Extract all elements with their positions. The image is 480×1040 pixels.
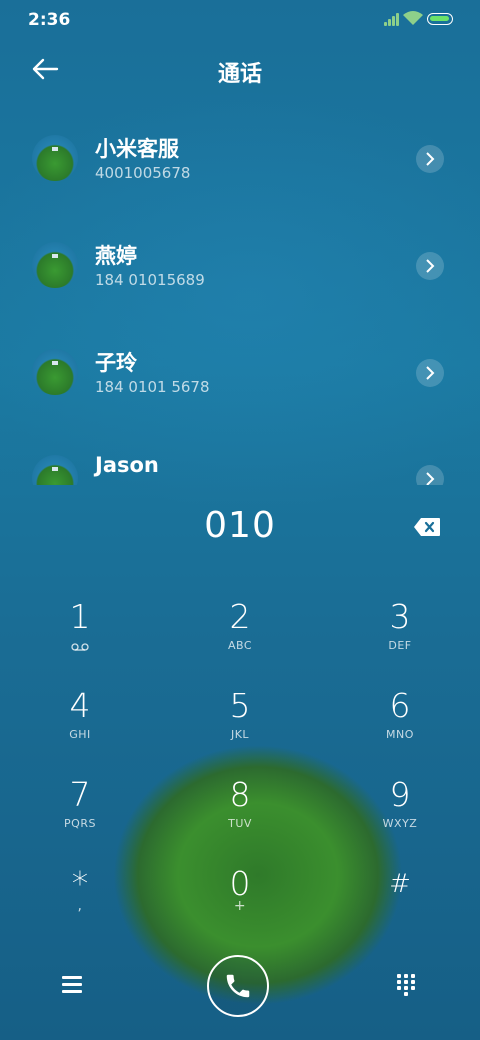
key-digit: 5 bbox=[229, 686, 251, 725]
status-time: 2:36 bbox=[28, 10, 71, 30]
key-letters: GHI bbox=[69, 728, 91, 741]
avatar bbox=[32, 455, 78, 485]
key-letters: WXYZ bbox=[382, 817, 418, 830]
key-letters: DEF bbox=[388, 639, 412, 652]
key-digit: # bbox=[389, 869, 411, 899]
chevron-right-icon[interactable] bbox=[416, 359, 444, 387]
contact-number: 4001005678 bbox=[95, 164, 191, 182]
key-digit: 8 bbox=[229, 775, 251, 814]
key-0[interactable]: 0 + bbox=[180, 864, 300, 944]
contact-name: Jason bbox=[95, 453, 159, 477]
key-star[interactable]: * , bbox=[20, 864, 140, 944]
voicemail-icon bbox=[71, 643, 89, 651]
contact-row[interactable]: 燕婷 184 01015689 bbox=[0, 242, 480, 348]
key-digit: 7 bbox=[69, 775, 91, 814]
key-letters: + bbox=[233, 898, 247, 914]
key-letters: ABC bbox=[227, 639, 253, 652]
key-2[interactable]: 2 ABC bbox=[180, 597, 300, 677]
key-letters: JKL bbox=[230, 728, 250, 741]
backspace-icon[interactable] bbox=[413, 517, 441, 537]
key-digit: 1 bbox=[69, 597, 91, 636]
key-7[interactable]: 7 PQRS bbox=[20, 775, 140, 855]
contact-name: 子玲 bbox=[95, 351, 137, 375]
key-digit: 2 bbox=[229, 597, 251, 636]
call-button[interactable] bbox=[207, 955, 269, 1017]
chevron-right-icon[interactable] bbox=[416, 145, 444, 173]
key-letters: PQRS bbox=[64, 817, 96, 830]
chevron-right-icon[interactable] bbox=[416, 252, 444, 280]
dialpad-icon[interactable] bbox=[397, 974, 417, 996]
key-1[interactable]: 1 bbox=[20, 597, 140, 677]
key-9[interactable]: 9 WXYZ bbox=[340, 775, 460, 855]
key-digit: 6 bbox=[389, 686, 411, 725]
phone-icon bbox=[226, 974, 250, 998]
key-8[interactable]: 8 TUV bbox=[180, 775, 300, 855]
page-title: 通话 bbox=[217, 62, 262, 87]
dialed-number: 010 bbox=[204, 505, 276, 546]
chevron-right-icon[interactable] bbox=[416, 465, 444, 485]
menu-icon[interactable] bbox=[62, 973, 84, 995]
key-4[interactable]: 4 GHI bbox=[20, 686, 140, 766]
contact-row[interactable]: 子玲 184 0101 5678 bbox=[0, 349, 480, 455]
signal-icon bbox=[384, 12, 404, 26]
battery-icon bbox=[427, 13, 453, 25]
contact-row[interactable]: 小米客服 4001005678 bbox=[0, 135, 480, 241]
key-5[interactable]: 5 JKL bbox=[180, 686, 300, 766]
contact-name: 小米客服 bbox=[95, 137, 179, 161]
key-letters: MNO bbox=[386, 728, 414, 741]
key-letters: , bbox=[77, 898, 83, 914]
contact-name: 燕婷 bbox=[95, 244, 137, 268]
avatar bbox=[32, 242, 78, 288]
avatar bbox=[32, 135, 78, 181]
key-6[interactable]: 6 MNO bbox=[340, 686, 460, 766]
key-digit: 4 bbox=[69, 686, 91, 725]
key-letters: TUV bbox=[228, 817, 252, 830]
key-hash[interactable]: # bbox=[340, 864, 460, 944]
contact-list: 小米客服 4001005678 燕婷 184 01015689 子玲 184 0… bbox=[0, 135, 480, 485]
key-digit: 9 bbox=[389, 775, 411, 814]
contact-number: 184 0101 5678 bbox=[95, 378, 210, 396]
wifi-icon bbox=[403, 11, 423, 25]
contact-number: 184 01015689 bbox=[95, 271, 205, 289]
contact-row[interactable]: Jason bbox=[0, 453, 480, 485]
key-digit: 3 bbox=[389, 597, 411, 636]
key-3[interactable]: 3 DEF bbox=[340, 597, 460, 677]
avatar bbox=[32, 349, 78, 395]
